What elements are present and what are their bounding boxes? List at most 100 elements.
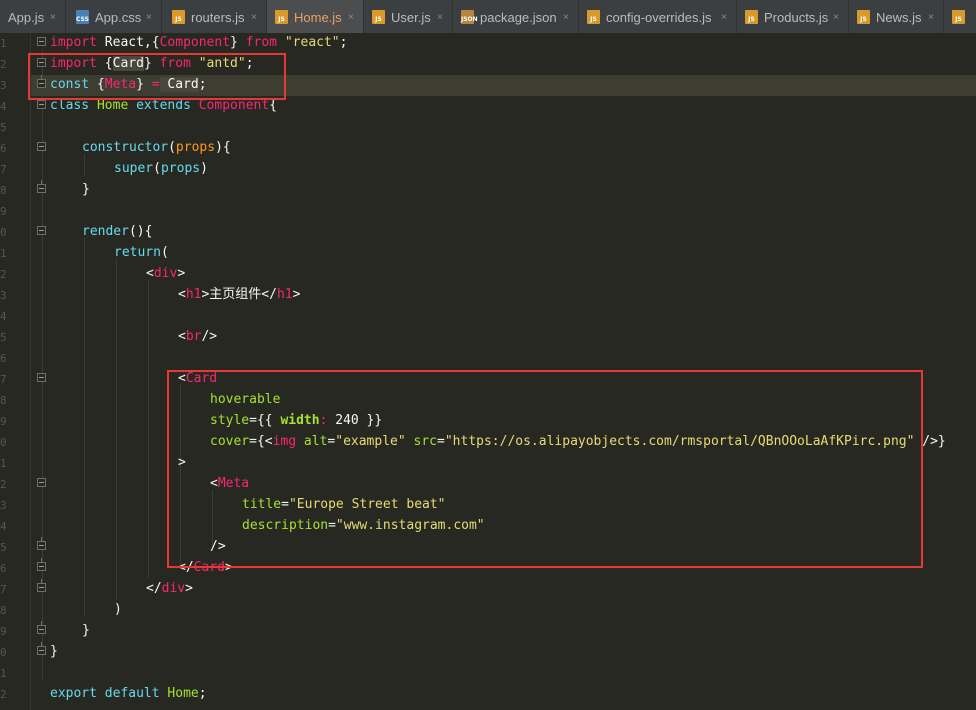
fold-toggle-icon[interactable]: [37, 226, 46, 235]
line-number: 0: [0, 226, 6, 239]
fold-toggle-icon[interactable]: [37, 537, 46, 550]
jsx-tag: h1: [276, 287, 293, 302]
code-line-30: }: [50, 641, 58, 662]
close-icon[interactable]: ×: [833, 0, 839, 33]
string-literal: "react": [277, 35, 340, 50]
code-line-13: <h1>主页组件</h1>: [178, 284, 300, 305]
tab-news-js[interactable]: JS News.js ×: [849, 0, 944, 33]
line-number: 3: [0, 289, 6, 302]
line-number: 0: [0, 436, 6, 449]
fold-toggle-icon[interactable]: [37, 478, 46, 487]
fold-toggle-icon[interactable]: [37, 373, 46, 382]
line-number: 8: [0, 184, 6, 197]
js-file-icon: JS: [745, 10, 758, 24]
code-text: >: [292, 287, 301, 302]
line-number: 6: [0, 562, 6, 575]
close-icon[interactable]: ×: [146, 0, 152, 33]
jsx-tag: div: [161, 581, 186, 596]
keyword: render: [82, 224, 129, 239]
fold-toggle-icon[interactable]: [37, 642, 46, 655]
tab-config-overrides-js[interactable]: JS config-overrides.js ×: [579, 0, 737, 33]
tab-label: App.js: [8, 10, 45, 25]
jsx-tag: br: [185, 329, 202, 344]
close-icon[interactable]: ×: [721, 0, 727, 33]
code-line-1: import React,{Component} from "react";: [50, 32, 347, 53]
line-number: 9: [0, 415, 6, 428]
line-number: 7: [0, 583, 6, 596]
line-number: 2: [0, 478, 6, 491]
parameter: props: [160, 161, 201, 176]
tab-overflow[interactable]: JS: [944, 0, 976, 33]
code-line-10: render(){: [82, 221, 152, 242]
keyword: extends: [128, 98, 191, 113]
code-line-15: <br/>: [178, 326, 217, 347]
indent-guide: [116, 259, 117, 599]
code-editor[interactable]: 1 2 3 4 5 6 7 8 9 0 1 2 3 4 5 6 7 8 9 0 …: [0, 33, 976, 710]
code-text: ){: [215, 140, 231, 155]
fold-toggle-icon[interactable]: [37, 579, 46, 592]
fold-toggle-icon[interactable]: [37, 621, 46, 634]
code-text: React,{: [96, 35, 160, 50]
tab-products-js[interactable]: JS Products.js ×: [737, 0, 849, 33]
code-text: }: [82, 623, 90, 638]
code-text: <: [146, 266, 154, 281]
keyword: from: [245, 35, 278, 50]
js-file-icon: JS: [587, 10, 600, 24]
code-line-7: super(props): [114, 158, 208, 179]
code-text: }: [230, 35, 246, 50]
line-number: 1: [0, 247, 6, 260]
line-number: 5: [0, 541, 6, 554]
line-number: 9: [0, 205, 6, 218]
close-icon[interactable]: ×: [563, 0, 569, 33]
line-number: 9: [0, 625, 6, 638]
fold-toggle-icon[interactable]: [37, 100, 46, 109]
tab-home-js[interactable]: JS Home.js ×: [267, 0, 364, 33]
fold-toggle-icon[interactable]: [37, 142, 46, 151]
tab-app-css[interactable]: CSS App.css ×: [66, 0, 162, 33]
code-text: >: [185, 581, 193, 596]
keyword: super: [114, 161, 154, 176]
tab-user-js[interactable]: JS User.js ×: [364, 0, 453, 33]
indent-guide: [148, 280, 149, 578]
code-line-6: constructor(props){: [82, 137, 231, 158]
fold-toggle-icon[interactable]: [37, 37, 46, 46]
line-number: 4: [0, 310, 6, 323]
code-text: ): [200, 161, 208, 176]
code-text: (: [160, 245, 169, 260]
code-text: <: [178, 329, 186, 344]
close-icon[interactable]: ×: [50, 0, 56, 33]
editor-tab-bar: App.js × CSS App.css × JS routers.js × J…: [0, 0, 976, 34]
js-file-icon: JS: [172, 10, 185, 24]
js-file-icon: JS: [857, 10, 870, 24]
code-text: />: [201, 329, 218, 344]
class-name: Home: [89, 98, 129, 113]
line-number: 1: [0, 37, 6, 50]
tab-app-js[interactable]: App.js ×: [0, 0, 66, 33]
fold-toggle-icon[interactable]: [37, 558, 46, 571]
js-file-icon: JS: [372, 10, 385, 24]
line-number: 3: [0, 79, 6, 92]
code-line-32: export default Home;: [50, 683, 207, 704]
close-icon[interactable]: ×: [348, 0, 354, 33]
line-number: 4: [0, 520, 6, 533]
annotation-box-imports: [28, 53, 286, 100]
keyword: constructor: [82, 140, 169, 155]
close-icon[interactable]: ×: [928, 0, 934, 33]
parameter: props: [175, 140, 216, 155]
identifier: Component: [159, 35, 231, 50]
keyword: class: [50, 98, 90, 113]
line-number: 6: [0, 142, 6, 155]
tab-label: config-overrides.js: [606, 10, 712, 25]
tab-label: package.json: [480, 10, 557, 25]
code-text: </: [146, 581, 162, 596]
line-number: 0: [0, 646, 6, 659]
fold-toggle-icon[interactable]: [37, 180, 46, 193]
tab-label: User.js: [391, 10, 431, 25]
code-text: <: [178, 287, 186, 302]
tab-package-json[interactable]: JSON package.json ×: [453, 0, 579, 33]
line-number: 2: [0, 268, 6, 281]
close-icon[interactable]: ×: [437, 0, 443, 33]
tab-routers-js[interactable]: JS routers.js ×: [162, 0, 267, 33]
tab-label: Home.js: [294, 10, 342, 25]
close-icon[interactable]: ×: [251, 0, 257, 33]
